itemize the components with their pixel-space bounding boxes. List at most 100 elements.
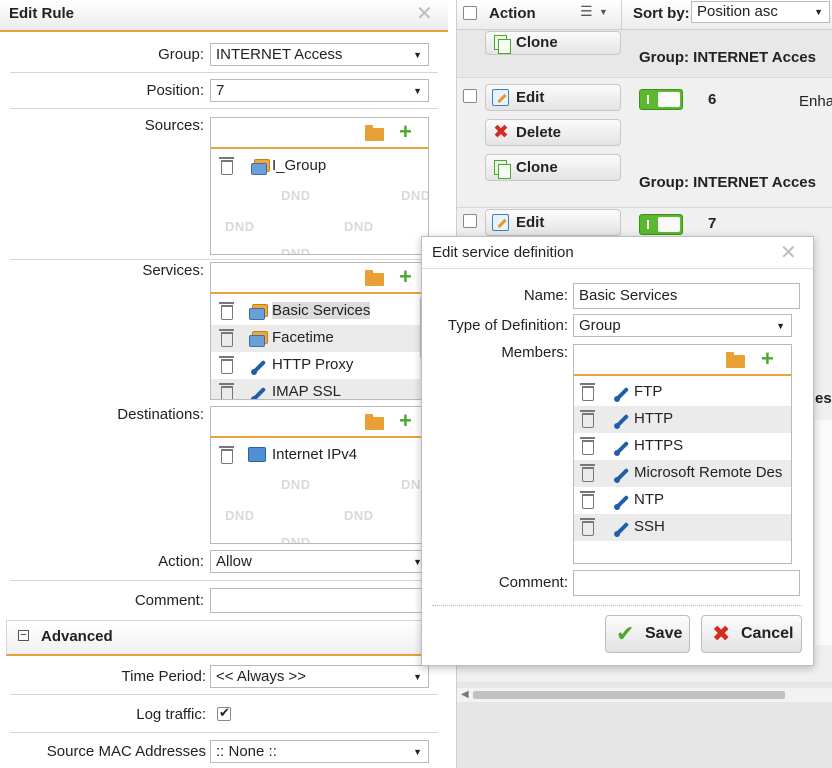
trash-icon[interactable]: [219, 329, 234, 347]
edit-button[interactable]: Edit: [485, 84, 621, 111]
log-traffic-checkbox[interactable]: [217, 705, 231, 721]
chevron-down-icon[interactable]: ▼: [599, 7, 608, 17]
cancel-button[interactable]: ✖ Cancel: [701, 615, 802, 653]
list-item[interactable]: Facetime: [211, 325, 420, 352]
dialog-title: Edit service definition: [432, 244, 574, 261]
dnd-watermark: DND: [281, 535, 311, 544]
trash-icon[interactable]: [219, 383, 234, 399]
folder-icon[interactable]: [726, 352, 745, 368]
list-item[interactable]: Internet IPv4: [211, 442, 428, 469]
divider: [10, 259, 438, 260]
comment-input[interactable]: [573, 570, 800, 596]
advanced-section-header[interactable]: − Advanced: [6, 620, 442, 656]
row-checkbox[interactable]: [463, 214, 477, 228]
source-mac-select[interactable]: :: None :: ▼: [210, 740, 429, 763]
list-item-label: Basic Services: [227, 302, 371, 319]
edit-rule-header: Edit Rule ✕: [0, 0, 448, 32]
sort-select[interactable]: Position asc ▼: [691, 1, 830, 23]
enabled-toggle[interactable]: [639, 89, 683, 110]
trash-icon[interactable]: [219, 356, 234, 374]
folder-icon[interactable]: [365, 270, 384, 286]
select-all-checkbox[interactable]: [463, 6, 477, 20]
folder-icon[interactable]: [365, 414, 384, 430]
enabled-toggle[interactable]: [639, 214, 683, 235]
action-select[interactable]: Allow ▼: [210, 550, 429, 573]
divider: [621, 0, 622, 30]
trash-icon[interactable]: [580, 437, 595, 455]
list-item[interactable]: HTTP Proxy: [211, 352, 420, 379]
list-item[interactable]: I_Group: [211, 153, 428, 180]
close-icon[interactable]: ✕: [416, 4, 433, 24]
clone-label: Clone: [516, 159, 558, 176]
dnd-watermark: DND: [344, 508, 374, 523]
list-item[interactable]: Basic Services: [211, 298, 420, 325]
add-icon[interactable]: +: [761, 348, 774, 370]
trash-icon[interactable]: [580, 518, 595, 536]
service-icon: [614, 521, 630, 537]
row-checkbox[interactable]: [463, 89, 477, 103]
service-icon: [614, 386, 630, 402]
list-item[interactable]: NTP: [574, 487, 791, 514]
chevron-down-icon: ▼: [814, 7, 823, 17]
source-mac-value: :: None ::: [216, 743, 277, 760]
service-icon: [251, 386, 267, 399]
scrollbar-thumb[interactable]: [473, 691, 785, 699]
divider: [10, 580, 438, 581]
edit-icon: [492, 89, 509, 106]
close-icon[interactable]: ✕: [780, 243, 797, 263]
name-value: Basic Services: [579, 287, 678, 304]
position-select[interactable]: 7 ▼: [210, 79, 429, 102]
partial-text: es: [815, 390, 832, 407]
trash-icon[interactable]: [580, 491, 595, 509]
trash-icon[interactable]: [580, 410, 595, 428]
service-icon: [614, 440, 630, 456]
clone-button[interactable]: Clone: [485, 154, 621, 181]
trash-icon[interactable]: [219, 157, 234, 175]
list-item[interactable]: HTTPS: [574, 433, 791, 460]
save-button[interactable]: ✔ Save: [605, 615, 690, 653]
horizontal-scrollbar[interactable]: ◀: [457, 688, 832, 702]
list-item-label: FTP: [634, 383, 663, 400]
row-detail: [815, 420, 832, 645]
list-item[interactable]: SSH: [574, 514, 791, 541]
name-input[interactable]: Basic Services: [573, 283, 800, 309]
service-group-icon: [249, 331, 268, 347]
trash-icon[interactable]: [580, 464, 595, 482]
list-item[interactable]: FTP: [574, 379, 791, 406]
trash-icon[interactable]: [219, 446, 234, 464]
clone-icon: [494, 35, 511, 54]
services-listbox[interactable]: + Basic Services Facetime HTTP Proxy IMA…: [210, 262, 429, 400]
comment-label: Comment:: [498, 574, 568, 591]
time-period-select[interactable]: << Always >> ▼: [210, 665, 429, 688]
group-select[interactable]: INTERNET Access ▼: [210, 43, 429, 66]
comment-input[interactable]: [210, 588, 429, 613]
divider: [10, 694, 438, 695]
folder-icon[interactable]: [365, 125, 384, 141]
add-icon[interactable]: +: [399, 410, 412, 432]
divider: [10, 108, 438, 109]
sources-listbox[interactable]: + I_Group DND DND DND DND DND: [210, 117, 429, 255]
destinations-listbox[interactable]: + Internet IPv4 DND DND DND DND DND: [210, 406, 429, 544]
scroll-left-icon[interactable]: ◀: [461, 689, 469, 700]
list-icon[interactable]: ☰: [580, 3, 593, 20]
add-icon[interactable]: +: [399, 266, 412, 288]
dnd-watermark: DND: [281, 477, 311, 492]
panel-title: Edit Rule: [9, 5, 75, 22]
service-icon: [614, 494, 630, 510]
members-listbox[interactable]: + FTP HTTP HTTPS Microsoft Remote Des NT…: [573, 344, 792, 564]
list-item[interactable]: Microsoft Remote Des: [574, 460, 791, 487]
list-item-label: IMAP SSL: [272, 383, 341, 400]
cancel-label: Cancel: [741, 625, 794, 642]
members-toolbar: +: [574, 345, 791, 376]
list-item-label: HTTP: [634, 410, 674, 427]
add-icon[interactable]: +: [399, 121, 412, 143]
type-select[interactable]: Group ▼: [573, 314, 792, 337]
clone-button[interactable]: Clone: [485, 31, 621, 55]
list-item[interactable]: HTTP: [574, 406, 791, 433]
delete-button[interactable]: ✖ Delete: [485, 119, 621, 146]
trash-icon[interactable]: [580, 383, 595, 401]
services-label: Services:: [142, 262, 204, 279]
collapse-icon[interactable]: −: [18, 630, 29, 641]
edit-button[interactable]: Edit: [485, 209, 621, 236]
list-item[interactable]: IMAP SSL: [211, 379, 420, 400]
